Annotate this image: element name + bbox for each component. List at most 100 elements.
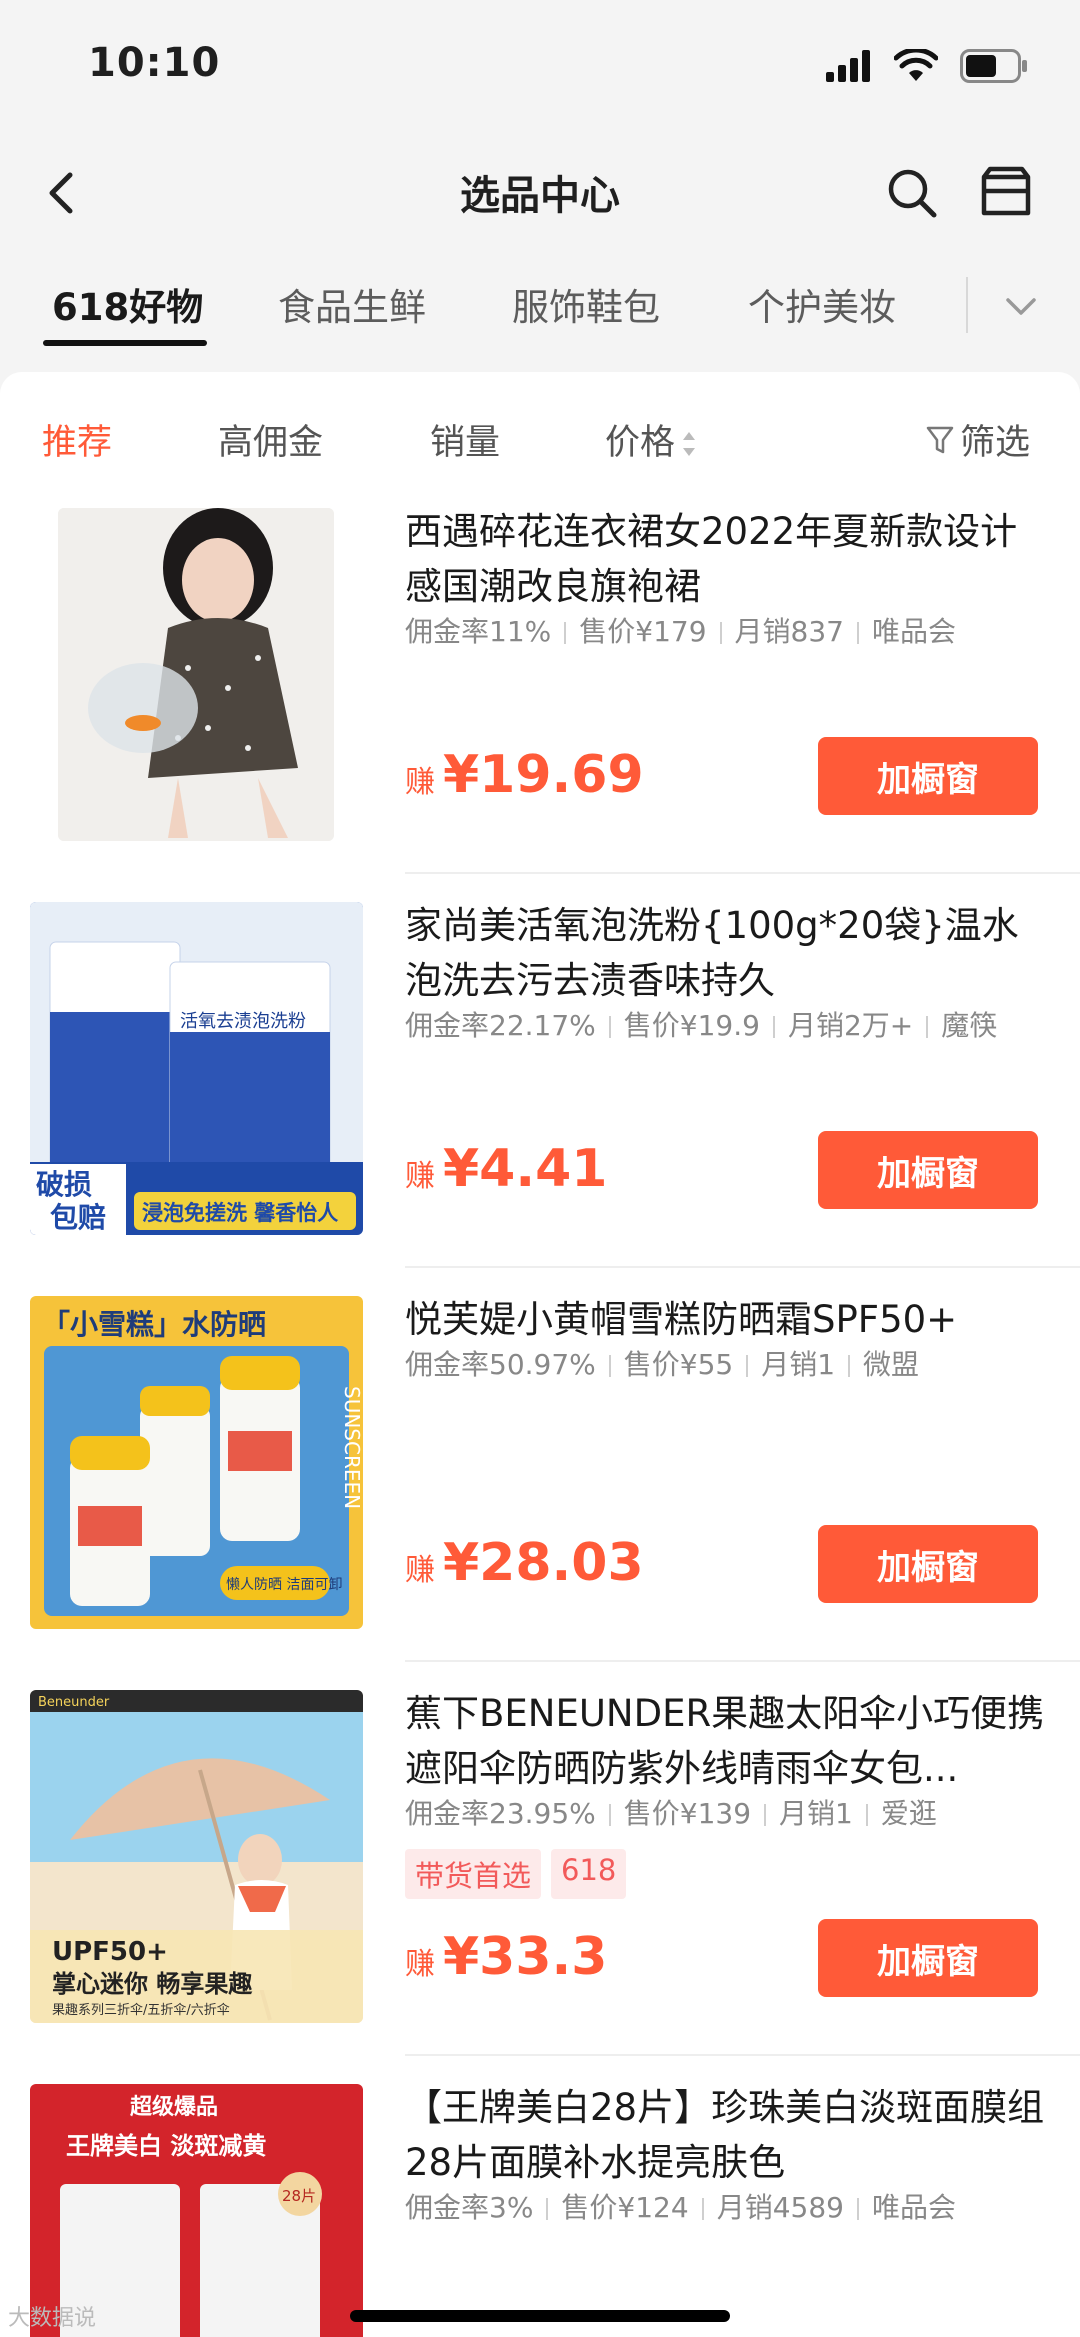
commission-rate: 佣金率3% — [405, 2191, 534, 2224]
image-line1: UPF50+ — [52, 1937, 168, 1967]
product-panel: 推荐 高佣金 销量 价格 筛选 西遇碎花连衣裙女2022年夏新款设计感国潮改良旗… — [0, 372, 1080, 2337]
wifi-icon — [894, 49, 938, 81]
sunscreen-image: 「小雪糕」水防晒 SUNSCREEN 懒人防晒 洁面可卸 — [30, 1296, 363, 1629]
product-meta: 佣金率23.95% 售价¥139 月销1 爱逛 — [405, 1792, 937, 1832]
earn-amount: 赚 ¥19.69 — [405, 745, 644, 805]
shop-name: 唯品会 — [871, 615, 956, 648]
image-line2: 掌心迷你 畅享果趣 — [52, 1970, 253, 1998]
product-tags: 带货首选 618 — [405, 1849, 627, 1899]
image-line: 王牌美白 淡斑减黄 — [66, 2132, 266, 2160]
sort-price-label: 价格 — [605, 423, 676, 463]
image-count: 28片 — [282, 2187, 316, 2205]
shop-name: 唯品会 — [871, 2191, 956, 2224]
image-slogan: 浸泡免搓洗 馨香怡人 — [142, 1201, 338, 1225]
product-title[interactable]: 悦芙媞小黄帽雪糕防晒霜SPF50+ — [405, 1292, 1045, 1347]
tab-618[interactable]: 618好物 — [52, 277, 203, 331]
dress-model-image — [58, 508, 334, 841]
sort-bar: 推荐 高佣金 销量 价格 筛选 — [0, 372, 1080, 480]
status-icons — [826, 48, 1028, 84]
pack-label: 活氧去渍泡洗粉 — [180, 1011, 306, 1032]
product-item[interactable]: Beneunder UPF50+ 掌心迷你 畅享果趣 果趣系列三折伞/五折伞/六… — [0, 1662, 1080, 2056]
sort-high-commission[interactable]: 高佣金 — [218, 414, 323, 465]
status-time: 10:10 — [88, 40, 221, 86]
nav-bar: 选品中心 — [0, 135, 1080, 255]
product-meta: 佣金率50.97% 售价¥55 月销1 微盟 — [405, 1343, 919, 1383]
detergent-image: 活氧去渍泡洗粉 破损 包赔 浸泡免搓洗 馨香怡人 — [30, 902, 363, 1235]
product-item[interactable]: 超级爆品 王牌美白 淡斑减黄 28片 直播 【王牌美白28片】珍珠美白淡斑面膜组… — [0, 2056, 1080, 2337]
product-title[interactable]: 【王牌美白28片】珍珠美白淡斑面膜组28片面膜补水提亮肤色 — [405, 2080, 1045, 2190]
sort-arrows-icon — [683, 432, 696, 456]
image-side-text: SUNSCREEN — [340, 1386, 363, 1509]
image-line3: 果趣系列三折伞/五折伞/六折伞 — [52, 2002, 230, 2018]
image-badge-line1: 破损 — [36, 1168, 92, 1201]
signal-icon — [826, 50, 870, 82]
umbrella-image: Beneunder UPF50+ 掌心迷你 畅享果趣 果趣系列三折伞/五折伞/六… — [30, 1690, 363, 2023]
sort-price[interactable]: 价格 — [605, 414, 697, 465]
earn-value: ¥19.69 — [443, 745, 644, 805]
earn-amount: 赚 ¥28.03 — [405, 1533, 644, 1593]
earn-label: 赚 — [405, 1159, 435, 1194]
shop-name: 爱逛 — [880, 1797, 937, 1830]
product-image: 「小雪糕」水防晒 SUNSCREEN 懒人防晒 洁面可卸 — [30, 1296, 363, 1629]
tag-618: 618 — [551, 1849, 627, 1899]
add-to-showcase-button[interactable]: 加橱窗 — [818, 1131, 1038, 1209]
product-meta: 佣金率22.17% 售价¥19.9 月销2万+ 魔筷 — [405, 1004, 997, 1044]
image-headline: 「小雪糕」水防晒 — [42, 1308, 266, 1341]
sale-price: 售价¥124 — [561, 2191, 689, 2224]
add-to-showcase-button[interactable]: 加橱窗 — [818, 1525, 1038, 1603]
earn-amount: 赚 ¥4.41 — [405, 1139, 607, 1199]
product-image: 活氧去渍泡洗粉 破损 包赔 浸泡免搓洗 馨香怡人 — [30, 902, 363, 1235]
product-item[interactable]: 「小雪糕」水防晒 SUNSCREEN 懒人防晒 洁面可卸 悦芙媞小黄帽雪糕防晒霜… — [0, 1268, 1080, 1662]
image-bubble: 懒人防晒 洁面可卸 — [226, 1577, 342, 1593]
product-item[interactable]: 西遇碎花连衣裙女2022年夏新款设计感国潮改良旗袍裙 佣金率11% 售价¥179 月… — [0, 480, 1080, 874]
commission-rate: 佣金率22.17% — [405, 1009, 596, 1042]
add-to-showcase-button[interactable]: 加橱窗 — [818, 1919, 1038, 1997]
product-image: Beneunder UPF50+ 掌心迷你 畅享果趣 果趣系列三折伞/五折伞/六… — [30, 1690, 363, 2023]
tab-divider — [966, 277, 968, 333]
product-title[interactable]: 西遇碎花连衣裙女2022年夏新款设计感国潮改良旗袍裙 — [405, 504, 1045, 614]
monthly-sales: 月销1 — [761, 1348, 836, 1381]
sort-recommend[interactable]: 推荐 — [42, 414, 112, 465]
search-icon[interactable] — [882, 163, 942, 223]
tab-beauty[interactable]: 个护美妆 — [748, 277, 896, 331]
product-title[interactable]: 家尚美活氧泡洗粉{100g*20袋}温水泡洗去污去渍香味持久 — [405, 898, 1045, 1008]
image-brand: Beneunder — [38, 1695, 110, 1710]
monthly-sales: 月销2万+ — [787, 1009, 914, 1042]
product-meta: 佣金率3% 售价¥124 月销4589 唯品会 — [405, 2186, 956, 2226]
product-title[interactable]: 蕉下BENEUNDER果趣太阳伞小巧便携遮阳伞防晒防紫外线晴雨伞女包... — [405, 1686, 1045, 1796]
filter-icon — [926, 426, 954, 453]
watermark: 大数据说 — [8, 2306, 97, 2331]
tab-food[interactable]: 食品生鲜 — [278, 277, 426, 331]
sale-price: 售价¥55 — [623, 1348, 734, 1381]
monthly-sales: 月销4589 — [716, 2191, 844, 2224]
battery-icon — [960, 49, 1027, 83]
earn-amount: 赚 ¥33.3 — [405, 1927, 607, 1987]
chevron-down-icon[interactable] — [1000, 285, 1042, 327]
category-tabs: 618好物 食品生鲜 服饰鞋包 个护美妆 — [0, 255, 1080, 365]
sort-sales[interactable]: 销量 — [430, 414, 500, 465]
shop-name: 魔筷 — [941, 1009, 998, 1042]
tag-top-pick: 带货首选 — [405, 1849, 542, 1899]
commission-rate: 佣金率50.97% — [405, 1348, 596, 1381]
monthly-sales: 月销1 — [779, 1797, 853, 1830]
tab-apparel[interactable]: 服饰鞋包 — [512, 277, 660, 331]
home-indicator[interactable] — [350, 2310, 730, 2322]
sale-price: 售价¥19.9 — [623, 1009, 760, 1042]
commission-rate: 佣金率11% — [405, 615, 552, 648]
monthly-sales: 月销837 — [734, 615, 844, 648]
active-tab-indicator — [43, 340, 207, 346]
earn-label: 赚 — [405, 1553, 435, 1588]
product-meta: 佣金率11% 售价¥179 月销837 唯品会 — [405, 610, 956, 650]
product-image — [58, 508, 334, 841]
product-item[interactable]: 活氧去渍泡洗粉 破损 包赔 浸泡免搓洗 馨香怡人 家尚美活氧泡洗粉{100g*2… — [0, 874, 1080, 1268]
add-to-showcase-button[interactable]: 加橱窗 — [818, 737, 1038, 815]
earn-label: 赚 — [405, 1947, 435, 1982]
earn-value: ¥4.41 — [443, 1139, 608, 1199]
earn-label: 赚 — [405, 765, 435, 800]
store-icon[interactable] — [976, 163, 1036, 223]
filter-button[interactable]: 筛选 — [926, 414, 1030, 465]
earn-value: ¥28.03 — [443, 1533, 644, 1593]
sale-price: 售价¥179 — [579, 615, 707, 648]
earn-value: ¥33.3 — [443, 1927, 608, 1987]
commission-rate: 佣金率23.95% — [405, 1797, 596, 1830]
